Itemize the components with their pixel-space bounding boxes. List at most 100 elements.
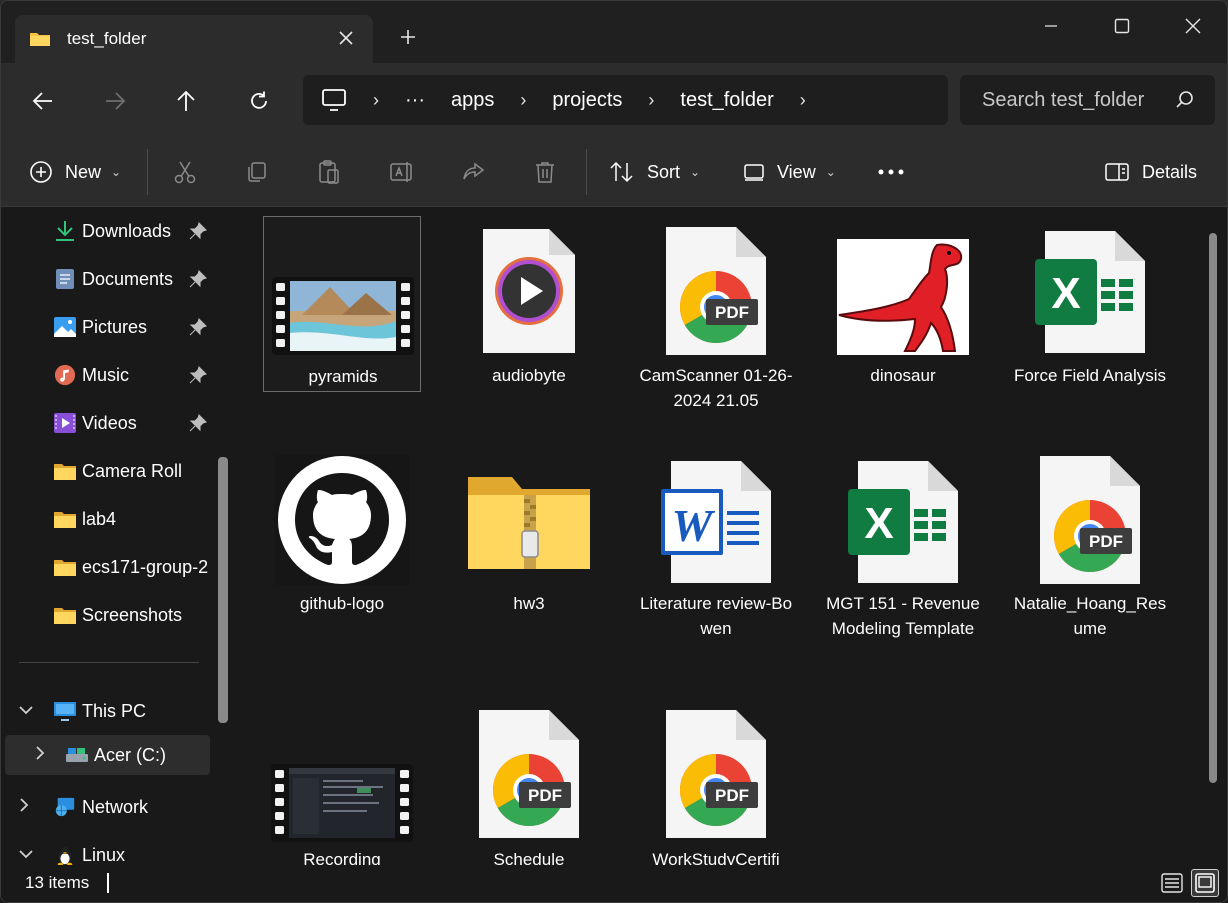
sidebar-item-camera-roll[interactable]: Camera Roll <box>1 451 231 491</box>
separator <box>147 149 148 195</box>
arrow-up-icon <box>177 90 195 111</box>
folder-icon <box>30 33 50 46</box>
details-view-button[interactable] <box>1158 869 1186 897</box>
maximize-button[interactable] <box>1099 11 1145 41</box>
details-label: Details <box>1142 161 1198 182</box>
chevron-right-icon[interactable]: › <box>648 90 654 111</box>
file-item-hw3[interactable]: hw3 <box>450 453 608 629</box>
new-tab-button[interactable] <box>395 25 421 51</box>
search-box[interactable]: Search test_folder <box>960 75 1215 125</box>
file-name: MGT 151 - Revenue Modeling Template <box>826 594 980 638</box>
pdf-file-icon: PDF <box>1011 453 1169 587</box>
sidebar-item-pictures[interactable]: Pictures <box>1 307 231 347</box>
sidebar-item-label: Videos <box>82 413 137 433</box>
copy-icon <box>248 162 266 182</box>
sidebar-item-ecs171-group-2[interactable]: ecs171-group-2 <box>1 547 231 587</box>
pin-icon[interactable] <box>189 366 207 384</box>
file-item-pyramids[interactable]: pyramids <box>263 216 421 392</box>
sort-button[interactable]: Sort ⌄ <box>609 153 700 191</box>
forward-button[interactable] <box>97 83 133 119</box>
chevron-right-icon[interactable] <box>35 746 45 763</box>
chevron-right-icon[interactable]: › <box>800 90 806 111</box>
file-name: Recording <box>303 850 381 865</box>
large-icons-view-button[interactable] <box>1191 869 1219 897</box>
arrow-right-icon <box>106 92 126 110</box>
file-item-natalie-resume[interactable]: PDF Natalie_Hoang_Resume <box>1011 453 1169 653</box>
close-tab-icon[interactable] <box>335 27 357 49</box>
chevron-right-icon[interactable]: › <box>520 90 526 111</box>
word-file-icon: W <box>637 457 795 587</box>
minimize-button[interactable] <box>1028 11 1074 41</box>
sidebar-item-documents[interactable]: Documents <box>1 259 231 299</box>
music-icon <box>54 364 76 386</box>
file-item-dinosaur[interactable]: dinosaur <box>824 216 982 392</box>
file-item-github-logo[interactable]: github-logo <box>263 453 421 629</box>
file-item-workstudy[interactable]: PDF WorkStudyCertifi <box>637 707 795 865</box>
pin-icon[interactable] <box>189 270 207 288</box>
sidebar-scrollbar[interactable] <box>218 457 228 723</box>
chevron-down-icon[interactable] <box>19 846 33 862</box>
search-icon[interactable] <box>1175 90 1195 110</box>
up-button[interactable] <box>168 83 204 119</box>
new-button[interactable]: New ⌄ <box>29 153 121 191</box>
share-button[interactable] <box>461 153 487 191</box>
chevron-down-icon: ⌄ <box>825 165 836 179</box>
video-thumbnail <box>264 273 422 359</box>
details-pane-icon <box>1105 163 1129 181</box>
delete-button[interactable] <box>533 153 557 191</box>
svg-text:X: X <box>864 499 893 548</box>
details-button[interactable]: Details <box>1104 153 1197 191</box>
new-label: New <box>65 161 102 182</box>
chevron-down-icon: ⌄ <box>690 165 701 179</box>
file-item-audiobyte[interactable]: audiobyte <box>450 216 608 392</box>
chevron-right-icon[interactable] <box>19 798 29 815</box>
linux-icon <box>57 846 73 866</box>
more-options-button[interactable] <box>877 153 905 191</box>
file-item-force-field-analysis[interactable]: X Force Field Analysis <box>1011 216 1169 422</box>
file-item-mgt-151[interactable]: X MGT 151 - Revenue Modeling Template <box>824 453 982 693</box>
breadcrumb-item-apps[interactable]: apps <box>451 89 494 112</box>
rename-button[interactable] <box>389 153 415 191</box>
breadcrumb-item-test-folder[interactable]: test_folder <box>680 89 773 112</box>
file-name: github-logo <box>299 594 385 613</box>
file-item-camscanner[interactable]: PDF CamScanner 01-26-2024 21.05 <box>637 216 795 442</box>
tiles-view-icon <box>1195 873 1215 893</box>
sidebar-item-acer-c[interactable]: Acer (C:) <box>5 735 210 775</box>
more-icon <box>878 169 904 175</box>
sidebar-item-network[interactable]: Network <box>1 787 231 827</box>
chevron-right-icon[interactable]: › <box>373 90 379 111</box>
content-scrollbar[interactable] <box>1209 233 1217 783</box>
breadcrumb-overflow[interactable]: ··· <box>405 89 425 112</box>
sidebar-item-label: Acer (C:) <box>94 745 166 765</box>
documents-icon <box>56 269 74 289</box>
pin-icon[interactable] <box>189 414 207 432</box>
file-item-literature-review[interactable]: W Literature review-Bowen <box>637 453 795 653</box>
view-button[interactable]: View ⌄ <box>743 153 836 191</box>
breadcrumb-item-projects[interactable]: projects <box>552 89 622 112</box>
sidebar-item-screenshots[interactable]: Screenshots <box>1 595 231 635</box>
file-item-schedule[interactable]: PDF Schedule <box>450 707 608 865</box>
paste-button[interactable] <box>317 153 341 191</box>
cut-icon <box>174 161 196 184</box>
close-window-button[interactable] <box>1170 11 1216 41</box>
sidebar-item-this-pc[interactable]: This PC <box>1 691 231 731</box>
tab-test-folder[interactable]: test_folder <box>15 15 373 63</box>
back-button[interactable] <box>25 83 61 119</box>
pin-icon[interactable] <box>189 222 207 240</box>
svg-text:PDF: PDF <box>1089 532 1123 551</box>
breadcrumb[interactable]: › ··· apps › projects › test_folder › <box>303 75 948 125</box>
sidebar-item-downloads[interactable]: Downloads <box>1 211 231 251</box>
cut-button[interactable] <box>173 153 197 191</box>
file-item-recording[interactable]: Recording <box>263 707 421 865</box>
chevron-down-icon: ⌄ <box>111 165 122 179</box>
sidebar-item-music[interactable]: Music <box>1 355 231 395</box>
monitor-icon[interactable] <box>321 88 347 112</box>
copy-button[interactable] <box>245 153 269 191</box>
search-placeholder: Search test_folder <box>982 88 1145 111</box>
sidebar-item-lab4[interactable]: lab4 <box>1 499 231 539</box>
sidebar-item-videos[interactable]: Videos <box>1 403 231 443</box>
chevron-down-icon[interactable] <box>19 702 33 718</box>
refresh-button[interactable] <box>241 83 277 119</box>
pin-icon[interactable] <box>189 318 207 336</box>
file-name: WorkStudyCertifi <box>652 850 780 865</box>
